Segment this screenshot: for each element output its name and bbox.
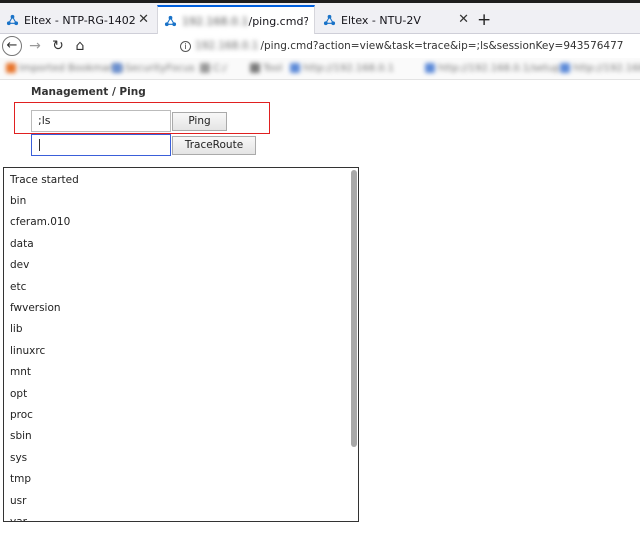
output-line: Trace started [10, 174, 79, 186]
tab-title: /ping.cmd?act [248, 14, 308, 28]
tab-ping-cmd[interactable]: 192.168.0.1 /ping.cmd?act [157, 5, 315, 35]
text-caret [39, 139, 40, 151]
tab-bar: Eltex - NTP-RG-1402G-W ✕ 192.168.0.1 /pi… [0, 0, 640, 35]
url-host-redacted: 192.168.0.1 [195, 40, 259, 52]
output-line: bin [10, 195, 27, 207]
site-info-icon[interactable]: i [180, 40, 191, 52]
output-line: sys [10, 452, 28, 464]
eltex-favicon-icon [164, 15, 177, 26]
output-line: var [10, 516, 27, 522]
eltex-favicon-icon [6, 14, 19, 25]
bookmark-item[interactable]: http://192.168.0.1 [290, 63, 394, 75]
output-line: fwversion [10, 302, 61, 314]
close-tab-icon[interactable]: ✕ [458, 12, 469, 27]
bookmarks-bar: Imported Bookmarks SecurityFocus C:/ Too… [0, 58, 640, 80]
output-line: dev [10, 259, 30, 271]
output-line: opt [10, 388, 28, 400]
output-line: etc [10, 281, 27, 293]
bookmark-item[interactable]: Tool [250, 63, 282, 75]
output-line: data [10, 238, 34, 250]
bookmark-item[interactable]: C:/ [200, 63, 227, 75]
home-icon[interactable]: ⌂ [70, 36, 90, 56]
forward-arrow-icon[interactable]: → [25, 36, 45, 56]
tab-eltex-ntu[interactable]: Eltex - NTU-2V ✕ [317, 6, 475, 34]
url-path: /ping.cmd?action=view&task=trace&ip=;ls&… [260, 40, 624, 52]
reload-icon[interactable]: ↻ [48, 36, 68, 56]
ping-button[interactable]: Ping [172, 112, 227, 131]
tab-host-redacted: 192.168.0.1 [182, 14, 249, 28]
tab-title: Eltex - NTU-2V [341, 13, 421, 27]
output-line: sbin [10, 430, 32, 442]
output-line: lib [10, 323, 23, 335]
navigation-bar: ← → ↻ ⌂ i 192.168.0.1 /ping.cmd?action=v… [0, 34, 640, 58]
ping-address-input[interactable]: ;ls [31, 110, 171, 132]
command-output-textarea[interactable]: Trace started bin cferam.010 data dev et… [3, 167, 359, 522]
output-scrollbar[interactable] [350, 169, 357, 520]
traceroute-button[interactable]: TraceRoute [172, 136, 256, 155]
output-line: mnt [10, 366, 31, 378]
bookmark-item[interactable]: http://192.168.0.1 [560, 63, 640, 75]
scrollbar-thumb[interactable] [351, 170, 357, 447]
bookmark-item[interactable]: http://192.168.0.1/setup [425, 63, 560, 75]
bookmark-item[interactable]: Imported Bookmarks [6, 63, 124, 75]
tab-eltex-ntp[interactable]: Eltex - NTP-RG-1402G-W ✕ [0, 6, 155, 34]
bookmark-item[interactable]: SecurityFocus [112, 63, 195, 75]
output-line: tmp [10, 473, 32, 485]
url-bar[interactable]: i 192.168.0.1 /ping.cmd?action=view&task… [172, 36, 640, 56]
page-title: Management / Ping [31, 86, 146, 98]
traceroute-address-input[interactable] [31, 134, 171, 156]
back-arrow-icon[interactable]: ← [2, 36, 22, 56]
new-tab-icon[interactable]: + [477, 10, 491, 30]
eltex-favicon-icon [323, 14, 336, 25]
tab-title: Eltex - NTP-RG-1402G-W [24, 13, 136, 27]
output-line: linuxrc [10, 345, 46, 357]
output-line: cferam.010 [10, 216, 71, 228]
close-tab-icon[interactable]: ✕ [138, 12, 149, 27]
output-line: proc [10, 409, 33, 421]
output-line: usr [10, 495, 27, 507]
